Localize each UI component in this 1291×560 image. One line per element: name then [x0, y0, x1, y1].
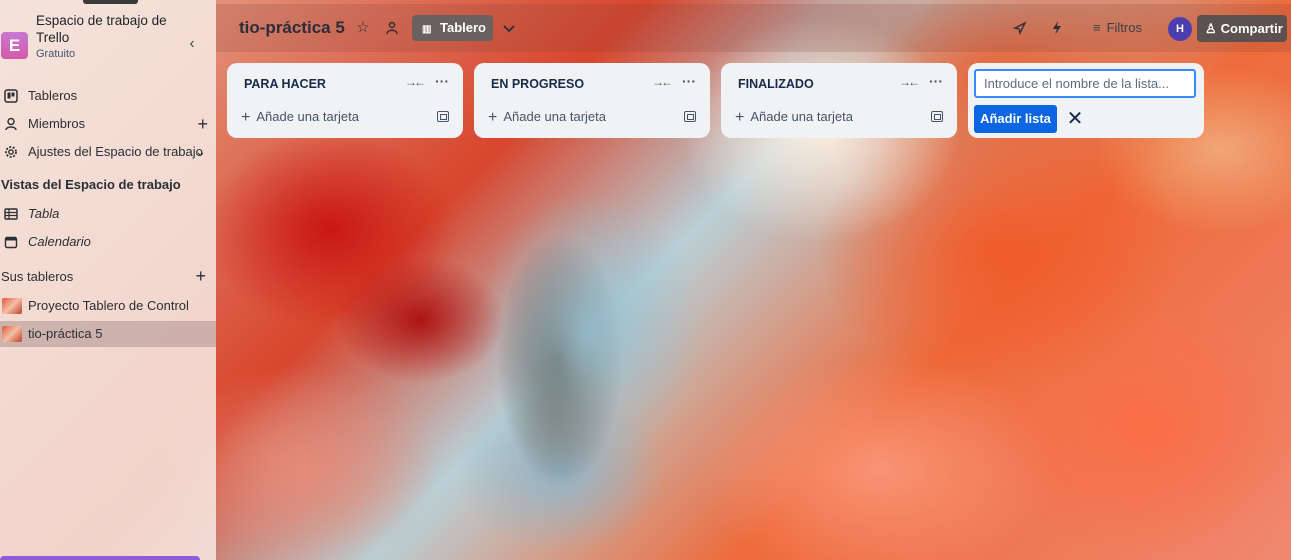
person-icon [5, 117, 17, 131]
board-thumbnail [2, 298, 22, 314]
chevron-down-icon[interactable] [502, 22, 516, 36]
workspace-header[interactable]: E Espacio de trabajo de Trello Gratuito … [0, 8, 216, 64]
more-icon[interactable]: ··· [682, 73, 696, 89]
plus-icon: + [488, 109, 498, 126]
person-add-icon: ♙ [1205, 21, 1217, 36]
sidebar: E Espacio de trabajo de Trello Gratuito … [0, 0, 216, 560]
gear-icon [5, 146, 17, 158]
list-column: EN PROGRESO →← ··· + Añade una tarjeta [474, 63, 710, 138]
more-icon[interactable]: ··· [929, 73, 943, 89]
add-card-button[interactable]: + Añade una tarjeta [735, 109, 853, 127]
list-column: FINALIZADO →← ··· + Añade una tarjeta [721, 63, 957, 138]
sidebar-board-label: tio-práctica 5 [28, 326, 103, 341]
sidebar-item-label: Ajustes del Espacio de trabajo [28, 144, 203, 159]
sidebar-board-item[interactable]: Proyecto Tablero de Control [0, 293, 216, 319]
board-icon [4, 89, 18, 103]
list-title[interactable]: FINALIZADO [738, 77, 814, 91]
add-card-button[interactable]: + Añade una tarjeta [241, 109, 359, 127]
add-card-label: Añade una tarjeta [503, 109, 606, 124]
boards-heading: Sus tableros [1, 269, 74, 284]
chevron-down-icon[interactable]: ⌄ [195, 139, 206, 165]
filter-icon: ≡ [1093, 20, 1101, 35]
share-button[interactable]: ♙ Compartir [1197, 15, 1287, 42]
board-view-icon: ▥ [422, 24, 432, 35]
sidebar-item-settings[interactable]: Ajustes del Espacio de trabajo ⌄ [0, 139, 216, 165]
window-edge-tab [83, 0, 138, 4]
visibility-icon[interactable] [384, 20, 400, 36]
board-header: tio-práctica 5 ☆ ▥ Tablero ≡ Filtros H ♙ Co… [216, 4, 1291, 52]
collapse-list-icon[interactable]: →← [652, 75, 673, 89]
table-icon [4, 208, 18, 220]
sidebar-board-item-active[interactable]: tio-práctica 5 [0, 321, 216, 347]
add-member-icon[interactable]: + [197, 111, 208, 137]
filters-label: Filtros [1106, 20, 1142, 35]
board-view-label: Tablero [440, 20, 486, 35]
new-list-form: Añadir lista ✕ [968, 63, 1204, 138]
template-icon[interactable] [437, 111, 449, 122]
add-list-button[interactable]: Añadir lista [974, 105, 1057, 133]
sidebar-board-label: Proyecto Tablero de Control [28, 298, 189, 313]
add-card-button[interactable]: + Añade una tarjeta [488, 109, 606, 127]
sidebar-item-table[interactable]: Tabla [0, 201, 216, 227]
list-column: PARA HACER →← ··· + Añade una tarjeta [227, 63, 463, 138]
filters-button[interactable]: ≡ Filtros [1093, 17, 1142, 39]
power-ups-icon[interactable] [1013, 21, 1027, 35]
more-icon[interactable]: ··· [435, 73, 449, 89]
board-title[interactable]: tio-práctica 5 [239, 18, 345, 38]
workspace-avatar: E [1, 32, 28, 59]
list-name-input[interactable] [974, 69, 1196, 98]
views-heading: Vistas del Espacio de trabajo [1, 177, 181, 192]
plus-icon: + [241, 109, 251, 126]
workspace-plan: Gratuito [36, 48, 76, 60]
list-title[interactable]: EN PROGRESO [491, 77, 584, 91]
star-icon[interactable]: ☆ [352, 17, 374, 39]
automation-icon[interactable] [1051, 21, 1063, 35]
sidebar-item-calendar[interactable]: Calendario [0, 229, 216, 255]
template-icon[interactable] [684, 111, 696, 122]
calendar-icon [4, 236, 18, 249]
avatar[interactable]: H [1168, 17, 1192, 41]
sidebar-item-label: Miembros [28, 116, 86, 131]
collapse-list-icon[interactable]: →← [899, 75, 920, 89]
sidebar-item-label: Tabla [28, 206, 60, 221]
add-card-label: Añade una tarjeta [750, 109, 853, 124]
template-icon[interactable] [931, 111, 943, 122]
board-view-button[interactable]: ▥ Tablero [412, 15, 493, 41]
sidebar-bottom-button[interactable] [0, 556, 200, 560]
board-thumbnail [2, 326, 22, 342]
plus-icon: + [735, 109, 745, 126]
sidebar-item-members[interactable]: Miembros + [0, 111, 216, 137]
add-card-label: Añade una tarjeta [256, 109, 359, 124]
collapse-sidebar-button[interactable]: ‹ [182, 34, 202, 54]
sidebar-item-label: Tableros [28, 88, 78, 103]
list-title[interactable]: PARA HACER [244, 77, 326, 91]
workspace-name: Espacio de trabajo de Trello [36, 13, 167, 45]
close-icon[interactable]: ✕ [1065, 106, 1085, 132]
collapse-list-icon[interactable]: →← [405, 75, 426, 89]
sidebar-item-boards[interactable]: Tableros [0, 83, 216, 109]
sidebar-item-label: Calendario [28, 234, 91, 249]
share-label: Compartir [1220, 21, 1283, 36]
add-board-icon[interactable]: + [195, 263, 206, 289]
